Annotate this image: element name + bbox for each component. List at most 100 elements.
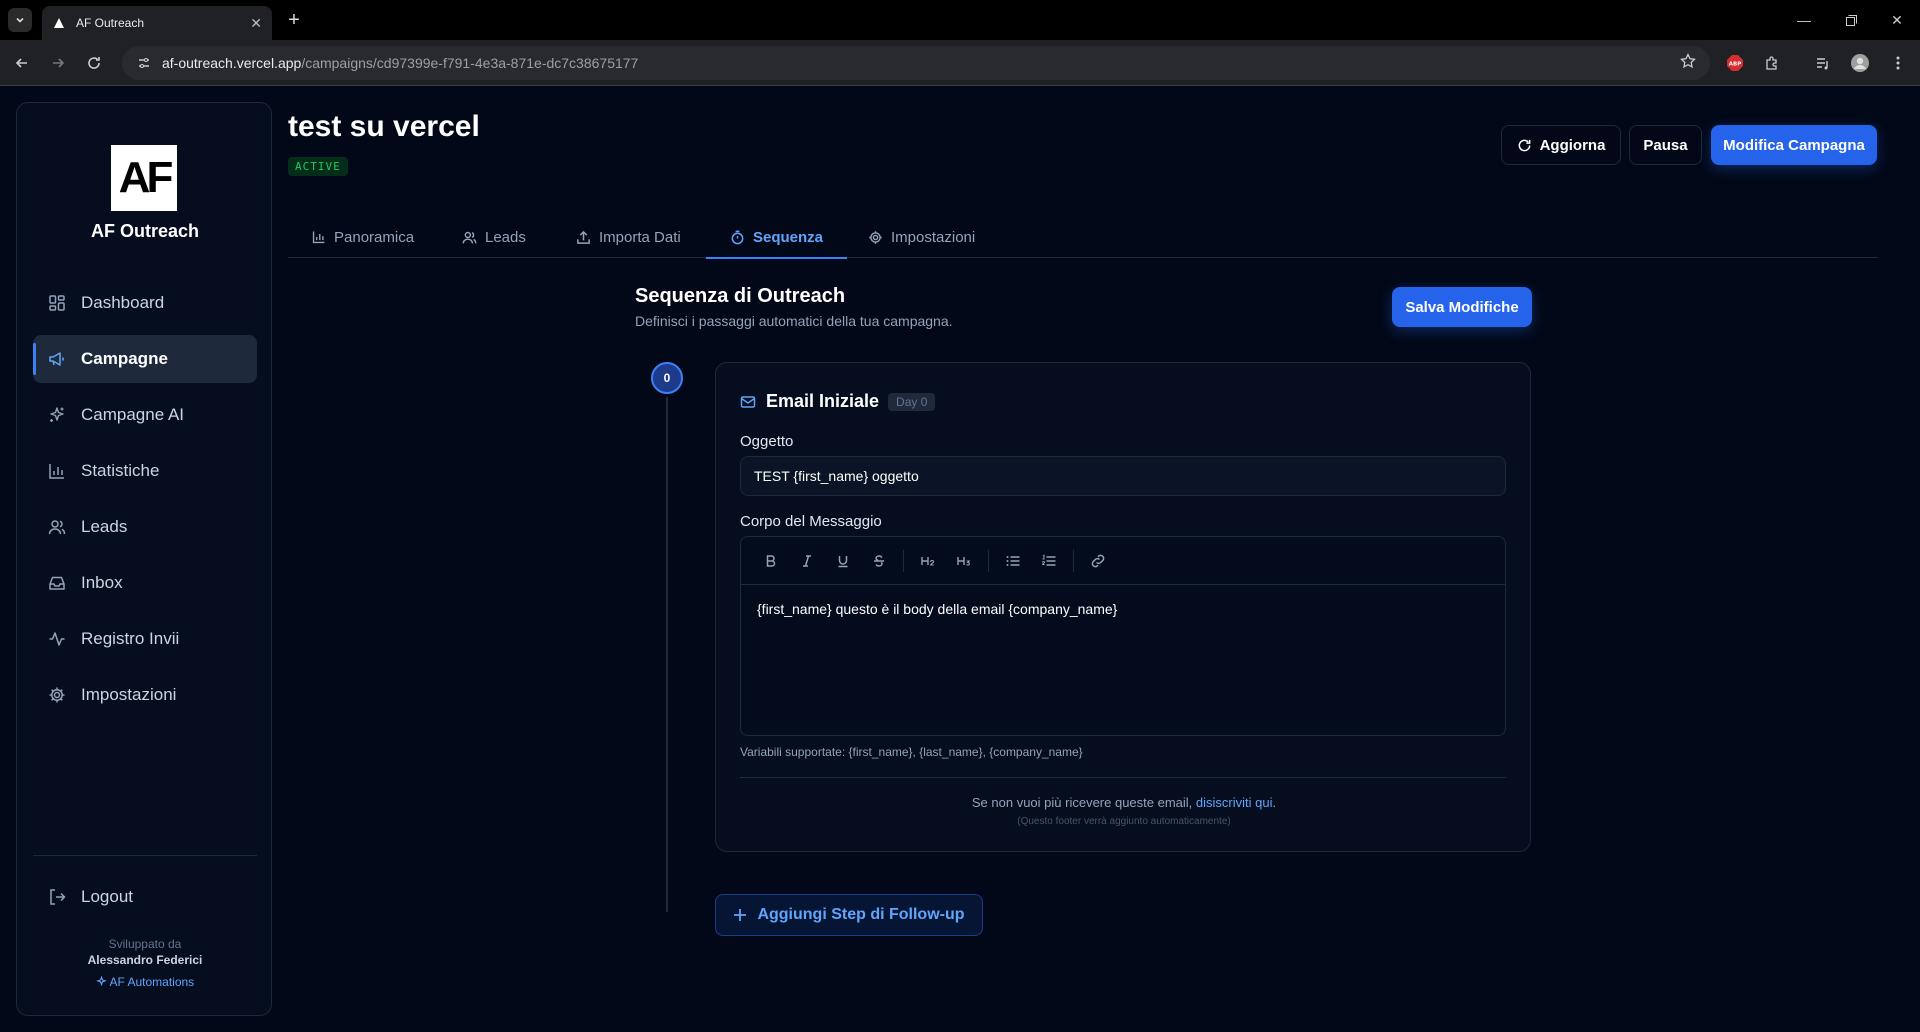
upload-icon [576,230,591,245]
timeline-line [666,396,668,912]
gear-icon [868,230,883,245]
page-title: test su vercel [288,110,480,143]
add-followup-step-button[interactable]: Aggiungi Step di Follow-up [715,894,983,936]
browser-menu-icon[interactable] [1886,51,1910,75]
media-control-icon[interactable] [1811,51,1835,75]
users-icon [462,230,477,245]
inbox-icon [47,573,67,593]
sparkles-icon [95,975,107,987]
sidebar-item-label: Registro Invii [81,629,180,648]
sidebar-item-label: Inbox [81,573,123,592]
sparkles-icon [47,405,67,425]
window-close-icon[interactable]: ✕ [1882,8,1912,32]
tab-leads[interactable]: Leads [462,216,526,258]
tab-search-button[interactable] [8,8,32,32]
tab-panoramica[interactable]: Panoramica [312,216,414,258]
edit-campaign-button[interactable]: Modifica Campagna [1711,125,1877,165]
minimize-icon[interactable]: — [1789,8,1819,32]
sidebar-item-registro-invii[interactable]: Registro Invii [33,615,257,663]
campaign-tabs: Panoramica Leads Importa Dati Sequenza I… [288,216,1878,259]
body-label: Corpo del Messaggio [740,513,882,530]
step-card: Email Iniziale Day 0 Oggetto TEST {first… [715,362,1531,852]
italic-icon[interactable] [789,546,825,576]
triangle-favicon-icon [52,16,66,30]
refresh-icon [1517,138,1532,153]
tab-importa-dati[interactable]: Importa Dati [576,216,681,258]
bookmark-star-icon[interactable] [1680,52,1696,74]
sidebar-item-dashboard[interactable]: Dashboard [33,279,257,327]
editor-toolbar [741,537,1505,585]
brand-name: AF Outreach [90,221,200,241]
unsubscribe-footer: Se non vuoi più ricevere queste email, d… [971,795,1277,810]
heading3-icon[interactable] [946,546,982,576]
sidebar-item-campagne-ai[interactable]: Campagne AI [33,391,257,439]
pause-button[interactable]: Pausa [1629,125,1702,165]
bullet-list-icon[interactable] [995,546,1031,576]
underline-icon[interactable] [825,546,861,576]
sidebar: AF AF Outreach Dashboard Campagne Campag… [16,102,272,1016]
reload-icon[interactable] [82,51,106,75]
forward-arrow-icon[interactable] [46,51,70,75]
credit-line: Sviluppato da [108,937,182,951]
sidebar-item-label: Impostazioni [81,685,177,704]
sidebar-item-label: Campagne [81,349,168,368]
restore-icon[interactable] [1836,8,1866,32]
logout-label: Logout [81,887,133,906]
sidebar-item-statistiche[interactable]: Statistiche [33,447,257,495]
gear-icon [47,685,67,705]
timer-icon [730,230,745,245]
unsubscribe-link[interactable]: disiscriviti qui [1196,795,1273,810]
sidebar-item-inbox[interactable]: Inbox [33,559,257,607]
browser-tabbar: AF Outreach ✕ + — ✕ [0,0,1920,40]
strikethrough-icon[interactable] [861,546,897,576]
sequence-title: Sequenza di Outreach [635,285,846,307]
sidebar-item-campagne[interactable]: Campagne [33,335,257,383]
logout-button[interactable]: Logout [33,873,257,921]
sidebar-item-leads[interactable]: Leads [33,503,257,551]
credit-company-link[interactable]: AF Automations [17,975,273,989]
browser-tab[interactable]: AF Outreach ✕ [42,6,272,40]
logo: AF [111,145,177,211]
refresh-button[interactable]: Aggiorna [1501,125,1621,165]
link-icon[interactable] [1080,546,1116,576]
activity-icon [47,629,67,649]
message-body-textarea[interactable]: {first_name} questo è il body della emai… [741,585,1505,633]
footer-note: (Questo footer verrà aggiunto automatica… [1017,816,1231,827]
close-icon[interactable]: ✕ [250,15,262,32]
save-changes-button[interactable]: Salva Modifiche [1392,287,1532,327]
profile-avatar-icon[interactable] [1848,51,1872,75]
card-divider [740,777,1506,778]
site-info-icon[interactable] [136,55,152,71]
heading2-icon[interactable] [910,546,946,576]
back-arrow-icon[interactable] [10,51,34,75]
subject-label: Oggetto [740,433,794,450]
adblock-extension-icon[interactable]: ABP [1723,51,1747,75]
subject-input[interactable]: TEST {first_name} oggetto [740,456,1506,496]
toolbar-divider [1073,549,1074,572]
sidebar-divider [33,855,257,856]
credit-author: Alessandro Federici [87,953,203,967]
mail-icon [740,394,756,410]
sequence-subtitle: Definisci i passaggi automatici della tu… [635,313,953,329]
bar-chart-icon [312,230,326,244]
status-badge: ACTIVE [288,157,348,176]
sidebar-item-impostazioni[interactable]: Impostazioni [33,671,257,719]
day-badge: Day 0 [888,392,936,411]
new-tab-button[interactable]: + [282,8,306,32]
url-text: af-outreach.vercel.app/campaigns/cd97399… [162,55,639,71]
sidebar-item-label: Leads [81,517,128,536]
extensions-puzzle-icon[interactable] [1760,51,1784,75]
toolbar-divider [988,549,989,572]
sidebar-item-label: Dashboard [81,293,165,312]
tab-sequenza[interactable]: Sequenza [705,216,848,259]
sidebar-nav: Dashboard Campagne Campagne AI Statistic… [33,279,257,727]
users-icon [47,517,67,537]
bar-chart-icon [47,461,67,481]
tab-impostazioni[interactable]: Impostazioni [868,216,975,258]
address-bar[interactable]: af-outreach.vercel.app/campaigns/cd97399… [122,46,1710,80]
numbered-list-icon[interactable] [1031,546,1067,576]
bold-icon[interactable] [753,546,789,576]
sidebar-item-label: Statistiche [81,461,160,480]
supported-variables: Variabili supportate: {first_name}, {las… [740,745,1083,759]
sidebar-item-label: Campagne AI [81,405,185,424]
